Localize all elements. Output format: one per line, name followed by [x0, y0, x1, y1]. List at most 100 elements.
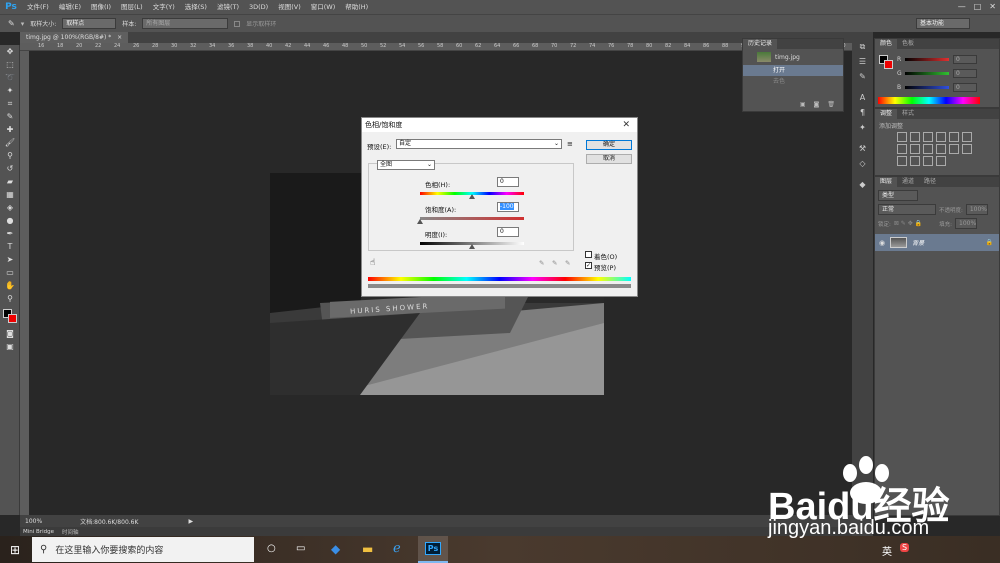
lock-icons[interactable]: ⊠ ✎ ✥ 🔒 [894, 220, 922, 227]
color-balance-icon[interactable] [897, 144, 907, 154]
hue-saturation-icon[interactable] [962, 132, 972, 142]
channel-slider[interactable] [905, 58, 949, 61]
dodge-tool-icon[interactable]: ● [0, 214, 20, 227]
exposure-icon[interactable] [936, 132, 946, 142]
minibridge-tab[interactable]: Mini Bridge [23, 529, 54, 535]
hue-input[interactable]: 0 [497, 177, 519, 187]
sample-size-select[interactable]: 取样点 [62, 18, 117, 29]
channel-value[interactable]: 0 [953, 69, 977, 78]
sample-select[interactable]: 所有图层 [142, 18, 229, 29]
targeted-adjustment-icon[interactable]: ☝ [370, 258, 375, 268]
channel-value[interactable]: 0 [953, 55, 977, 64]
background-swatch[interactable] [884, 60, 893, 69]
history-brush-icon[interactable]: ↺ [0, 162, 20, 175]
curves-icon[interactable] [923, 132, 933, 142]
swatches-tab[interactable]: 色板 [897, 39, 919, 49]
lasso-tool-icon[interactable]: ➰ [0, 71, 20, 84]
status-menu-arrow[interactable]: ▶ [188, 518, 193, 525]
paths-tab[interactable]: 路径 [919, 177, 941, 187]
history-snapshot[interactable]: timg.jpg [743, 49, 843, 65]
eyedropper-icon[interactable]: ✎ [539, 259, 544, 267]
hand-tool-icon[interactable]: ✋ [0, 279, 20, 292]
selective-color-icon[interactable] [923, 156, 933, 166]
adjustments-tab[interactable]: 调整 [875, 109, 898, 119]
channel-slider[interactable] [905, 72, 949, 75]
quick-select-tool-icon[interactable]: ✦ [0, 84, 20, 97]
3d-dock-icon[interactable]: ◆ [852, 180, 873, 193]
preset-select[interactable]: 自定 ⌄ [396, 139, 562, 149]
trash-icon[interactable]: 🗑 [827, 101, 835, 108]
pen-tool-icon[interactable]: ✒ [0, 227, 20, 240]
color-tab[interactable]: 颜色 [875, 39, 898, 49]
layer-comps-dock-icon[interactable]: ◇ [852, 159, 873, 172]
character-dock-icon[interactable]: A [852, 93, 873, 106]
range-select[interactable]: 全图 ⌄ [377, 160, 435, 170]
document-tab[interactable]: timg.jpg @ 100%(RGB/8#) * × [20, 32, 129, 43]
brush-dock-icon[interactable]: ✦ [852, 123, 873, 136]
menu-item[interactable]: 文件(F) [22, 0, 54, 14]
task-view-icon[interactable]: ▭ [296, 543, 305, 554]
eraser-tool-icon[interactable]: ▰ [0, 175, 20, 188]
shape-tool-icon[interactable]: ▭ [0, 266, 20, 279]
channels-tab[interactable]: 通道 [897, 177, 919, 187]
tool-presets-dock-icon[interactable]: ⚒ [852, 144, 873, 157]
clone-stamp-icon[interactable]: ⚲ [0, 149, 20, 162]
paragraph-dock-icon[interactable]: ¶ [852, 108, 873, 121]
type-tool-icon[interactable]: T [0, 240, 20, 253]
healing-brush-icon[interactable]: ✚ [0, 123, 20, 136]
preview-checkbox[interactable]: ✓ [585, 262, 592, 269]
menu-item[interactable]: 帮助(H) [340, 0, 373, 14]
history-item[interactable]: 打开 [743, 65, 843, 76]
blend-mode-select[interactable]: 正常 [878, 204, 936, 215]
color-swatches[interactable] [0, 305, 19, 327]
dialog-titlebar[interactable]: 色相/饱和度 [362, 118, 637, 132]
lightness-input[interactable]: 0 [497, 227, 519, 237]
eyedropper-icon[interactable]: ✎ [8, 19, 15, 28]
close-icon[interactable]: ✕ [989, 2, 996, 11]
menu-item[interactable]: 选择(S) [180, 0, 212, 14]
properties-dock-icon[interactable]: ☰ [852, 57, 873, 70]
hue-slider-thumb[interactable] [469, 194, 475, 199]
maximize-icon[interactable]: □ [974, 2, 982, 11]
timeline-tab[interactable]: 时间轴 [62, 528, 79, 536]
saturation-slider-thumb[interactable] [417, 219, 423, 224]
fill-input[interactable]: 100% [955, 218, 977, 229]
brightness-contrast-icon[interactable] [897, 132, 907, 142]
path-select-icon[interactable]: ➤ [0, 253, 20, 266]
channels-dock-icon[interactable]: ✎ [852, 72, 873, 85]
threshold-icon[interactable] [910, 156, 920, 166]
crop-tool-icon[interactable]: ⌗ [0, 97, 20, 110]
move-tool-icon[interactable]: ✥ [0, 45, 20, 58]
blur-tool-icon[interactable]: ◈ [0, 201, 20, 214]
black-white-icon[interactable] [910, 144, 920, 154]
channel-value[interactable]: 0 [953, 83, 977, 92]
history-tab[interactable]: 历史记录 [743, 39, 778, 49]
close-icon[interactable]: ✕ [622, 120, 630, 130]
menu-item[interactable]: 图像(I) [86, 0, 116, 14]
show-ring-checkbox[interactable] [234, 20, 241, 27]
cortana-icon[interactable]: ○ [267, 543, 276, 554]
channel-slider[interactable] [905, 86, 949, 89]
photo-filter-icon[interactable] [923, 144, 933, 154]
app-icon-1[interactable]: ◆ [331, 542, 340, 556]
ie-browser-icon[interactable]: ℯ [393, 541, 401, 556]
eyedropper-minus-icon[interactable]: ✎ [565, 259, 570, 267]
windows-start-icon[interactable]: ⊞ [10, 543, 20, 557]
visibility-eye-icon[interactable]: ◉ [879, 239, 885, 247]
taskbar-search-box[interactable]: ⚲ 在这里输入你要搜索的内容 [32, 537, 254, 562]
color-spectrum[interactable] [878, 97, 980, 104]
photoshop-taskbar-icon[interactable]: Ps [418, 536, 448, 563]
invert-icon[interactable] [962, 144, 972, 154]
history-dock-icon[interactable]: ⧉ [852, 42, 873, 55]
layer-name[interactable]: 背景 [912, 238, 924, 247]
colorize-checkbox[interactable] [585, 251, 592, 258]
close-icon[interactable]: × [117, 34, 122, 41]
saturation-slider[interactable] [420, 217, 524, 220]
layer-row[interactable]: ◉ 背景 🔒 [875, 234, 999, 251]
menu-item[interactable]: 滤镜(T) [212, 0, 244, 14]
history-item[interactable]: 去色 [743, 76, 843, 87]
menu-item[interactable]: 编辑(E) [54, 0, 86, 14]
cancel-button[interactable]: 取消 [586, 154, 632, 164]
saturation-input[interactable]: -100 [497, 202, 519, 212]
menu-item[interactable]: 图层(L) [116, 0, 148, 14]
